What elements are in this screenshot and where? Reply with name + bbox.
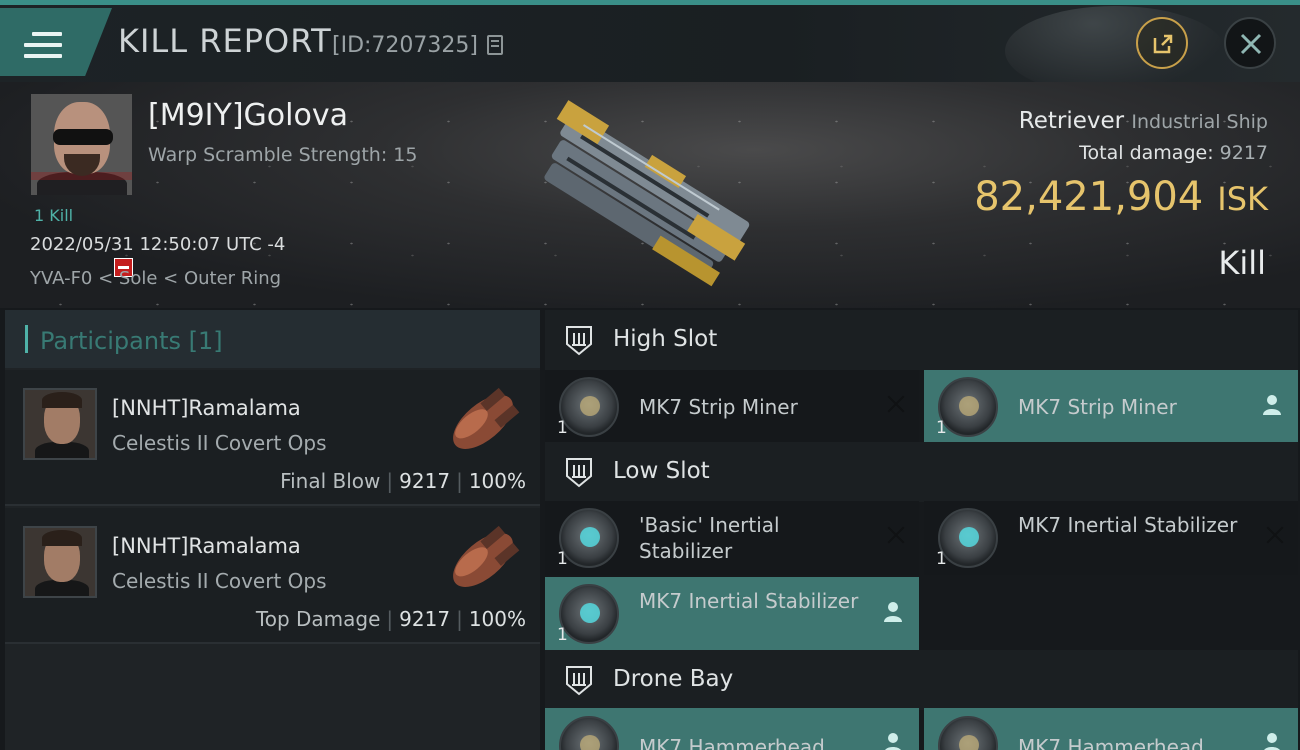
participants-panel: Participants [1] [NNHT]Ramalama Celestis… — [5, 310, 540, 750]
destroyed-x-icon — [887, 526, 905, 544]
victim-ship-image[interactable] — [520, 96, 780, 296]
participant-portrait[interactable] — [23, 526, 97, 598]
drone-name: MK7 Hammerhead — [639, 735, 825, 750]
module-quantity: 1 — [936, 418, 947, 438]
participant-name[interactable]: [NNHT]Ramalama — [112, 534, 301, 558]
ship-class: Industrial Ship — [1131, 111, 1268, 133]
hamburger-icon — [24, 32, 62, 64]
header-bar: KILL REPORT [ID:7207325] — [0, 0, 1300, 96]
participant-role: Top Damage — [255, 607, 381, 631]
hammerhead-drone-icon — [938, 716, 998, 750]
inertial-stabilizer-icon — [938, 508, 998, 568]
participant-row[interactable]: [NNHT]Ramalama Celestis II Covert Ops Fi… — [5, 370, 540, 506]
dropped-person-icon — [885, 733, 901, 750]
hammerhead-drone-icon — [559, 716, 619, 750]
external-share-icon — [1153, 34, 1173, 54]
page-title: KILL REPORT — [118, 22, 332, 60]
module-name: MK7 Inertial Stabilizer — [639, 589, 859, 613]
participants-title: Participants [1] — [40, 327, 223, 355]
drone-bay-icon — [566, 666, 592, 696]
module-name: MK7 Inertial Stabilizer — [1018, 513, 1238, 537]
drone-name: MK7 Hammerhead — [1018, 735, 1204, 750]
menu-button[interactable] — [0, 8, 112, 76]
participant-percent: 100% — [468, 469, 526, 493]
participant-stats: Final Blow | 9217 | 100% — [280, 469, 526, 493]
warp-scramble-strength: Warp Scramble Strength: 15 — [148, 144, 418, 166]
module-quantity: 1 — [936, 549, 947, 569]
participant-ship-image[interactable] — [433, 376, 533, 468]
module-name: MK7 Strip Miner — [639, 395, 798, 419]
module-name: 'Basic' Inertial Stabilizer — [639, 513, 780, 563]
low-slot-label: Low Slot — [613, 458, 710, 484]
destroyed-x-icon — [887, 395, 905, 413]
kill-count: 1 Kill — [34, 206, 74, 225]
copy-icon[interactable] — [487, 35, 503, 55]
ship-name[interactable]: Retriever — [1019, 108, 1124, 134]
share-button[interactable] — [1136, 17, 1188, 69]
close-icon — [1240, 33, 1262, 55]
header-accent-bar — [25, 325, 28, 353]
inertial-stabilizer-icon — [559, 584, 619, 644]
module-item[interactable]: 1 MK7 Inertial Stabilizer — [924, 501, 1298, 575]
participant-name[interactable]: [NNHT]Ramalama — [112, 396, 301, 420]
victim-ship-type: Retriever Industrial Ship — [1019, 108, 1268, 134]
victim-panel: [M9IY]Golova Warp Scramble Strength: 15 … — [0, 82, 1300, 308]
kill-datetime: 2022/05/31 12:50:07 UTC -4 — [30, 234, 286, 255]
dropped-person-icon — [1264, 733, 1280, 750]
inertial-stabilizer-icon — [559, 508, 619, 568]
kill-result-label: Kill — [1218, 244, 1266, 282]
total-damage-value: 9217 — [1219, 142, 1268, 164]
isk-value: 82,421,904 ISK — [974, 174, 1268, 220]
module-quantity: 1 — [557, 625, 568, 645]
isk-unit: ISK — [1217, 180, 1268, 218]
participant-ship: Celestis II Covert Ops — [112, 569, 327, 593]
drone-item[interactable]: MK7 Hammerhead — [545, 708, 919, 750]
strip-miner-icon — [559, 377, 619, 437]
isk-amount: 82,421,904 — [974, 174, 1204, 220]
low-slot-icon — [566, 458, 592, 488]
participant-role: Final Blow — [280, 469, 381, 493]
total-damage: Total damage: 9217 — [1079, 142, 1268, 164]
close-button[interactable] — [1224, 17, 1276, 69]
participants-header: Participants [1] — [5, 310, 540, 368]
participant-damage: 9217 — [399, 607, 451, 631]
module-quantity: 1 — [557, 549, 568, 569]
high-slot-label: High Slot — [613, 326, 718, 352]
drone-bay-header: Drone Bay — [545, 650, 1298, 710]
module-item[interactable]: 1 'Basic' Inertial Stabilizer — [545, 501, 919, 575]
victim-name[interactable]: [M9IY]Golova — [148, 98, 348, 133]
module-item[interactable]: 1 MK7 Strip Miner — [545, 370, 919, 444]
module-item[interactable]: 1 MK7 Strip Miner — [924, 370, 1298, 444]
participant-percent: 100% — [468, 607, 526, 631]
drone-item[interactable]: MK7 Hammerhead — [924, 708, 1298, 750]
kill-location: YVA-F0 < Sole < Outer Ring — [30, 268, 282, 289]
participant-ship: Celestis II Covert Ops — [112, 431, 327, 455]
destroyed-x-icon — [1266, 526, 1284, 544]
module-quantity: 1 — [557, 418, 568, 438]
participant-stats: Top Damage | 9217 | 100% — [255, 607, 526, 631]
module-item[interactable]: 1 MK7 Inertial Stabilizer — [545, 577, 919, 651]
victim-portrait[interactable] — [31, 94, 132, 195]
report-id: [ID:7207325] — [332, 33, 478, 58]
dropped-person-icon — [884, 602, 902, 622]
total-damage-label: Total damage: — [1079, 142, 1214, 164]
participant-portrait[interactable] — [23, 388, 97, 460]
drone-bay-label: Drone Bay — [613, 666, 734, 692]
module-name: MK7 Strip Miner — [1018, 395, 1177, 419]
dropped-person-icon — [1263, 395, 1281, 415]
high-slot-header: High Slot — [545, 310, 1298, 370]
participant-ship-image[interactable] — [433, 514, 533, 606]
high-slot-icon — [566, 326, 592, 356]
participant-row[interactable]: [NNHT]Ramalama Celestis II Covert Ops To… — [5, 508, 540, 644]
participant-damage: 9217 — [399, 469, 451, 493]
strip-miner-icon — [938, 377, 998, 437]
low-slot-header: Low Slot — [545, 442, 1298, 502]
